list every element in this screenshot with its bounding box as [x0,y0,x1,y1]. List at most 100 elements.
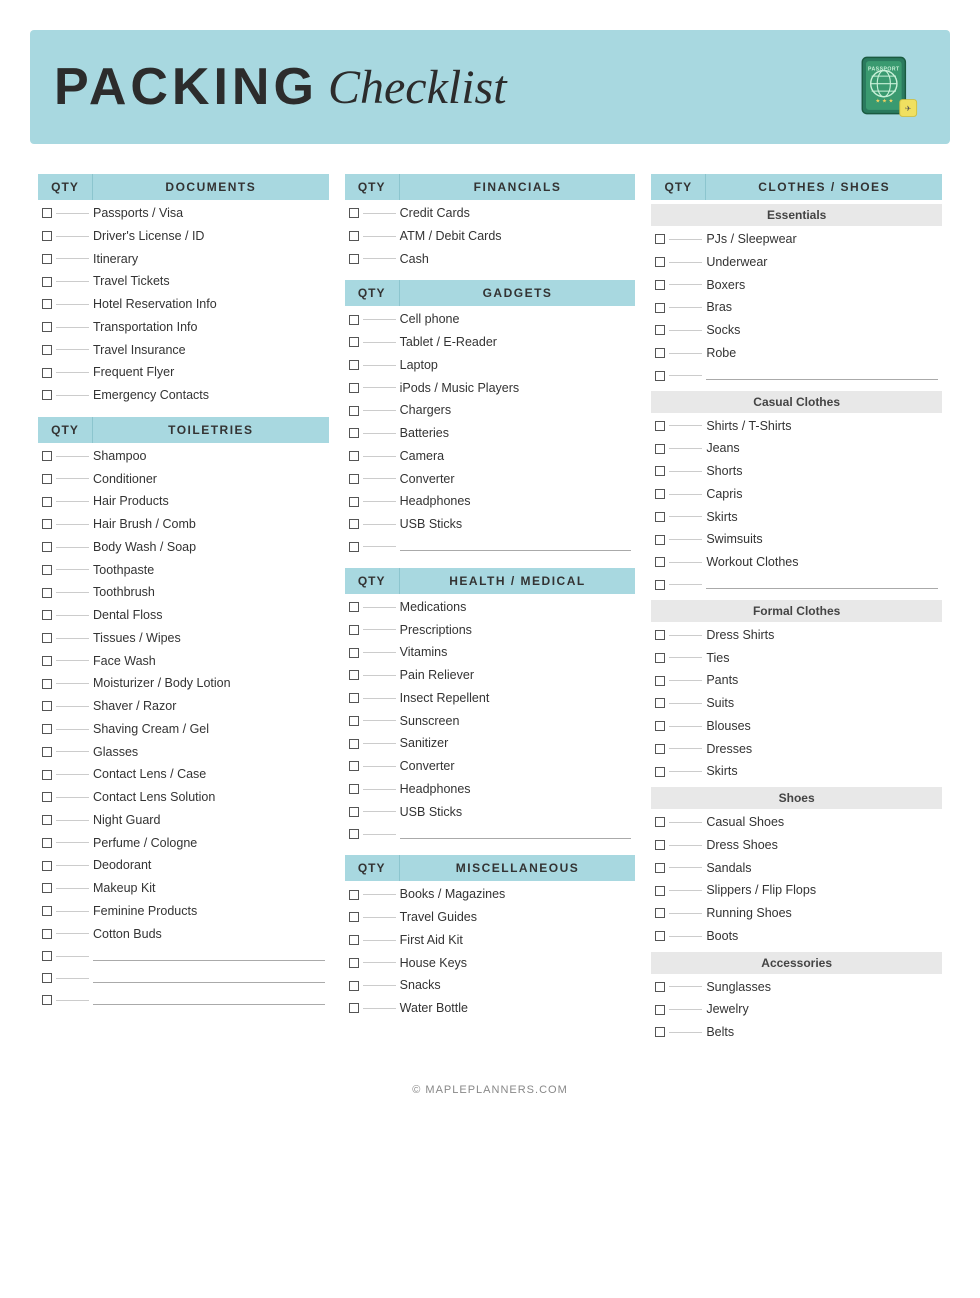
checkbox[interactable] [349,981,359,991]
checkbox[interactable] [42,929,52,939]
checkbox[interactable] [655,489,665,499]
checkbox[interactable] [349,890,359,900]
checkbox[interactable] [655,348,665,358]
checkbox[interactable] [655,371,665,381]
checkbox[interactable] [42,973,52,983]
checkbox[interactable] [655,1005,665,1015]
checkbox[interactable] [42,588,52,598]
checkbox[interactable] [655,840,665,850]
checkbox[interactable] [349,670,359,680]
checkbox[interactable] [42,519,52,529]
checkbox[interactable] [349,231,359,241]
checkbox[interactable] [349,716,359,726]
checkbox[interactable] [655,512,665,522]
checkbox[interactable] [42,451,52,461]
checkbox[interactable] [349,648,359,658]
checkbox[interactable] [655,721,665,731]
checkbox[interactable] [655,630,665,640]
checkbox[interactable] [349,784,359,794]
checkbox[interactable] [349,958,359,968]
checkbox[interactable] [349,383,359,393]
checkbox[interactable] [655,817,665,827]
checkbox[interactable] [349,761,359,771]
checkbox[interactable] [42,565,52,575]
checkbox[interactable] [655,280,665,290]
checkbox[interactable] [42,656,52,666]
checkbox[interactable] [42,474,52,484]
checkbox[interactable] [42,701,52,711]
checkbox[interactable] [655,908,665,918]
section-header-0: QTYDOCUMENTS [38,174,329,200]
checkbox[interactable] [655,1027,665,1037]
checkbox[interactable] [349,829,359,839]
checkbox[interactable] [42,861,52,871]
checkbox[interactable] [655,535,665,545]
checkbox[interactable] [655,863,665,873]
checkbox[interactable] [42,906,52,916]
checkbox[interactable] [349,208,359,218]
checkbox[interactable] [655,676,665,686]
checkbox[interactable] [42,792,52,802]
checkbox[interactable] [42,995,52,1005]
checkbox[interactable] [349,739,359,749]
checkbox[interactable] [349,497,359,507]
checkbox[interactable] [349,474,359,484]
checkbox[interactable] [42,951,52,961]
checkbox[interactable] [655,466,665,476]
checkbox-area [651,885,706,897]
checkbox[interactable] [655,234,665,244]
checkbox[interactable] [42,497,52,507]
checkbox[interactable] [42,368,52,378]
checkbox[interactable] [42,838,52,848]
checkbox[interactable] [42,322,52,332]
checkbox[interactable] [349,519,359,529]
checkbox[interactable] [349,451,359,461]
checkbox[interactable] [42,815,52,825]
checkbox[interactable] [655,767,665,777]
checkbox[interactable] [349,428,359,438]
checkbox[interactable] [655,982,665,992]
checkbox[interactable] [42,254,52,264]
checkbox[interactable] [655,421,665,431]
checkbox[interactable] [655,931,665,941]
checkbox[interactable] [349,693,359,703]
checkbox[interactable] [42,345,52,355]
checkbox[interactable] [349,254,359,264]
checkbox[interactable] [349,912,359,922]
checkbox[interactable] [42,208,52,218]
checkbox[interactable] [349,406,359,416]
checkbox[interactable] [42,883,52,893]
checkbox[interactable] [349,625,359,635]
item-label: Converter [400,755,636,778]
checkbox[interactable] [655,303,665,313]
checkbox[interactable] [42,679,52,689]
checkbox[interactable] [349,602,359,612]
checkbox[interactable] [655,744,665,754]
checkbox[interactable] [655,257,665,267]
checkbox[interactable] [42,231,52,241]
checkbox[interactable] [655,557,665,567]
checkbox[interactable] [42,277,52,287]
checkbox[interactable] [349,337,359,347]
checkbox[interactable] [42,299,52,309]
checkbox[interactable] [655,698,665,708]
checkbox[interactable] [349,315,359,325]
checkbox[interactable] [42,390,52,400]
checkbox[interactable] [349,807,359,817]
checkbox[interactable] [655,580,665,590]
checkbox[interactable] [349,1003,359,1013]
checkbox[interactable] [655,653,665,663]
checkbox[interactable] [349,935,359,945]
checkbox[interactable] [349,360,359,370]
checkbox[interactable] [42,610,52,620]
checkbox[interactable] [42,724,52,734]
checkbox[interactable] [655,886,665,896]
checkbox[interactable] [655,325,665,335]
checkbox[interactable] [349,542,359,552]
checkbox[interactable] [42,633,52,643]
checkbox[interactable] [42,770,52,780]
checkbox[interactable] [42,542,52,552]
item-label: Skirts [706,760,942,783]
checkbox[interactable] [42,747,52,757]
checkbox[interactable] [655,444,665,454]
